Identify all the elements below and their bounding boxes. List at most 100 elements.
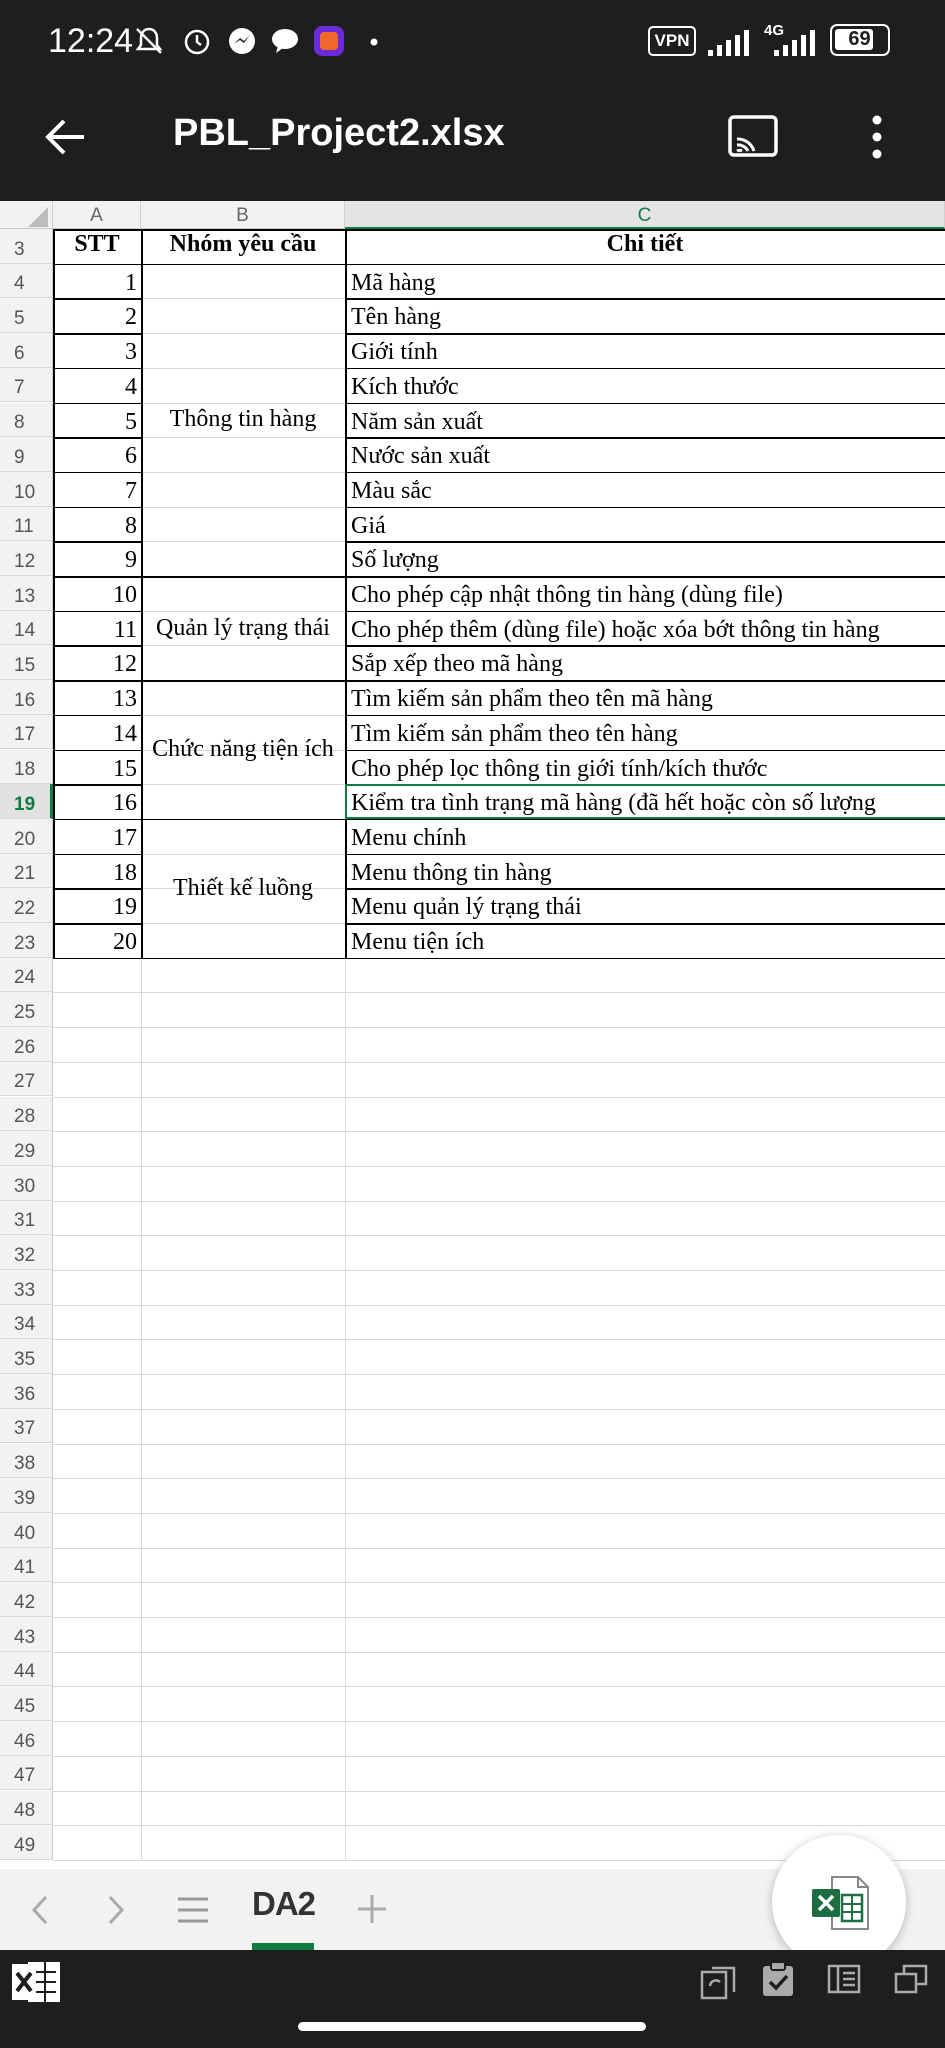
reader-icon[interactable] [826, 1962, 862, 1996]
table-header-detail[interactable]: Chi tiết [345, 227, 945, 262]
row-header-12[interactable]: 12 [0, 541, 53, 576]
back-arrow-icon[interactable] [40, 112, 90, 162]
cast-icon[interactable] [727, 114, 779, 158]
column-header-b[interactable]: B [141, 201, 345, 229]
cell-stt[interactable]: 20 [53, 923, 137, 958]
cell-stt[interactable]: 15 [53, 750, 137, 785]
row-header-17[interactable]: 17 [0, 714, 53, 750]
row-header-16[interactable]: 16 [0, 680, 53, 715]
add-sheet-icon[interactable] [356, 1893, 388, 1925]
row-header-42[interactable]: 42 [0, 1582, 53, 1617]
row-header-26[interactable]: 26 [0, 1027, 53, 1062]
excel-fab-button[interactable] [772, 1835, 906, 1969]
cell-detail[interactable]: Mã hàng [351, 264, 945, 299]
row-header-28[interactable]: 28 [0, 1096, 53, 1132]
row-header-19[interactable]: 19 [0, 784, 53, 819]
cell-detail[interactable]: Menu chính [351, 819, 945, 854]
row-header-7[interactable]: 7 [0, 367, 53, 403]
cell-stt[interactable]: 14 [53, 715, 137, 750]
row-header-36[interactable]: 36 [0, 1374, 53, 1409]
row-header-44[interactable]: 44 [0, 1651, 53, 1687]
row-header-37[interactable]: 37 [0, 1408, 53, 1444]
cell-stt[interactable]: 17 [53, 819, 137, 854]
row-header-23[interactable]: 23 [0, 923, 53, 958]
restore-window-icon[interactable] [893, 1962, 929, 1996]
row-header-9[interactable]: 9 [0, 437, 53, 472]
sheet-list-icon[interactable] [176, 1895, 210, 1925]
cell-detail[interactable]: Cho phép thêm (dùng file) hoặc xóa bớt t… [351, 611, 945, 646]
cell-stt[interactable]: 16 [53, 784, 137, 819]
selected-cell[interactable] [345, 784, 945, 819]
column-header-a[interactable]: A [53, 201, 141, 229]
cell-stt[interactable]: 13 [53, 680, 137, 715]
row-header-27[interactable]: 27 [0, 1061, 53, 1097]
row-header-22[interactable]: 22 [0, 888, 53, 923]
cell-stt[interactable]: 1 [53, 264, 137, 299]
cell-stt[interactable]: 6 [53, 437, 137, 472]
row-header-49[interactable]: 49 [0, 1825, 53, 1860]
row-header-13[interactable]: 13 [0, 576, 53, 611]
refresh-window-icon[interactable] [700, 1964, 736, 2000]
row-header-41[interactable]: 41 [0, 1547, 53, 1583]
row-header-34[interactable]: 34 [0, 1304, 53, 1340]
cell-detail[interactable]: Sắp xếp theo mã hàng [351, 645, 945, 680]
spreadsheet-grid[interactable]: A B C 3 4 5 6 7 8 9 10 11 12 13 14 15 16 17 18 19 20 21 22 2… [0, 201, 945, 1869]
row-header-40[interactable]: 40 [0, 1512, 53, 1548]
row-header-47[interactable]: 47 [0, 1755, 53, 1791]
row-header-39[interactable]: 39 [0, 1478, 53, 1513]
cell-stt[interactable]: 7 [53, 472, 137, 507]
row-header-35[interactable]: 35 [0, 1339, 53, 1375]
row-header-30[interactable]: 30 [0, 1165, 53, 1201]
cell-stt[interactable]: 11 [53, 611, 137, 646]
row-header-5[interactable]: 5 [0, 298, 53, 334]
cell-detail[interactable]: Giá [351, 507, 945, 542]
cell-stt[interactable]: 8 [53, 507, 137, 542]
row-header-29[interactable]: 29 [0, 1131, 53, 1166]
cell-detail[interactable]: Tìm kiếm sản phẩm theo tên hàng [351, 715, 945, 750]
row-header-15[interactable]: 15 [0, 645, 53, 681]
row-header-33[interactable]: 33 [0, 1270, 53, 1305]
select-all-corner[interactable] [0, 201, 53, 229]
table-header-stt[interactable]: STT [53, 227, 141, 262]
row-header-11[interactable]: 11 [0, 506, 53, 542]
row-header-8[interactable]: 8 [0, 402, 53, 438]
cell-detail[interactable]: Kích thước [351, 368, 945, 403]
row-header-6[interactable]: 6 [0, 333, 53, 368]
cell-stt[interactable]: 18 [53, 854, 137, 889]
row-header-3[interactable]: 3 [0, 229, 53, 264]
cell-stt[interactable]: 10 [53, 576, 137, 611]
cell-detail[interactable]: Tên hàng [351, 298, 945, 333]
row-header-31[interactable]: 31 [0, 1200, 53, 1236]
cell-detail[interactable]: Tìm kiếm sản phẩm theo tên mã hàng [351, 680, 945, 715]
cell-stt[interactable]: 4 [53, 368, 137, 403]
sheet-tab-da2[interactable]: DA2 [252, 1869, 316, 1950]
cell-detail[interactable]: Cho phép cập nhật thông tin hàng (dùng f… [351, 576, 945, 611]
cell-detail[interactable]: Menu quản lý trạng thái [351, 888, 945, 923]
cell-detail[interactable]: Cho phép lọc thông tin giới tính/kích th… [351, 750, 945, 785]
row-header-45[interactable]: 45 [0, 1686, 53, 1722]
row-header-32[interactable]: 32 [0, 1235, 53, 1270]
row-header-21[interactable]: 21 [0, 853, 53, 889]
group-cell[interactable]: Chức năng tiện ích [141, 680, 345, 819]
row-header-43[interactable]: 43 [0, 1617, 53, 1652]
excel-taskbar-icon[interactable] [10, 1958, 62, 2006]
row-header-10[interactable]: 10 [0, 471, 53, 507]
cell-detail[interactable]: Số lượng [351, 541, 945, 576]
next-sheet-icon[interactable] [102, 1893, 130, 1927]
cell-stt[interactable]: 3 [53, 333, 137, 368]
row-header-38[interactable]: 38 [0, 1443, 53, 1479]
row-header-14[interactable]: 14 [0, 610, 53, 646]
table-header-group[interactable]: Nhóm yêu cầu [141, 227, 345, 262]
group-cell[interactable]: Quản lý trạng thái [141, 576, 345, 680]
row-header-4[interactable]: 4 [0, 263, 53, 299]
cell-detail[interactable]: Năm sản xuất [351, 403, 945, 438]
cell-stt[interactable]: 2 [53, 298, 137, 333]
cell-stt[interactable]: 5 [53, 403, 137, 438]
row-header-48[interactable]: 48 [0, 1790, 53, 1826]
row-header-18[interactable]: 18 [0, 749, 53, 785]
group-cell[interactable]: Thông tin hàng [141, 264, 345, 576]
more-vert-icon[interactable] [865, 112, 889, 162]
row-header-24[interactable]: 24 [0, 957, 53, 993]
column-header-c[interactable]: C [345, 201, 945, 229]
cell-stt[interactable]: 9 [53, 541, 137, 576]
